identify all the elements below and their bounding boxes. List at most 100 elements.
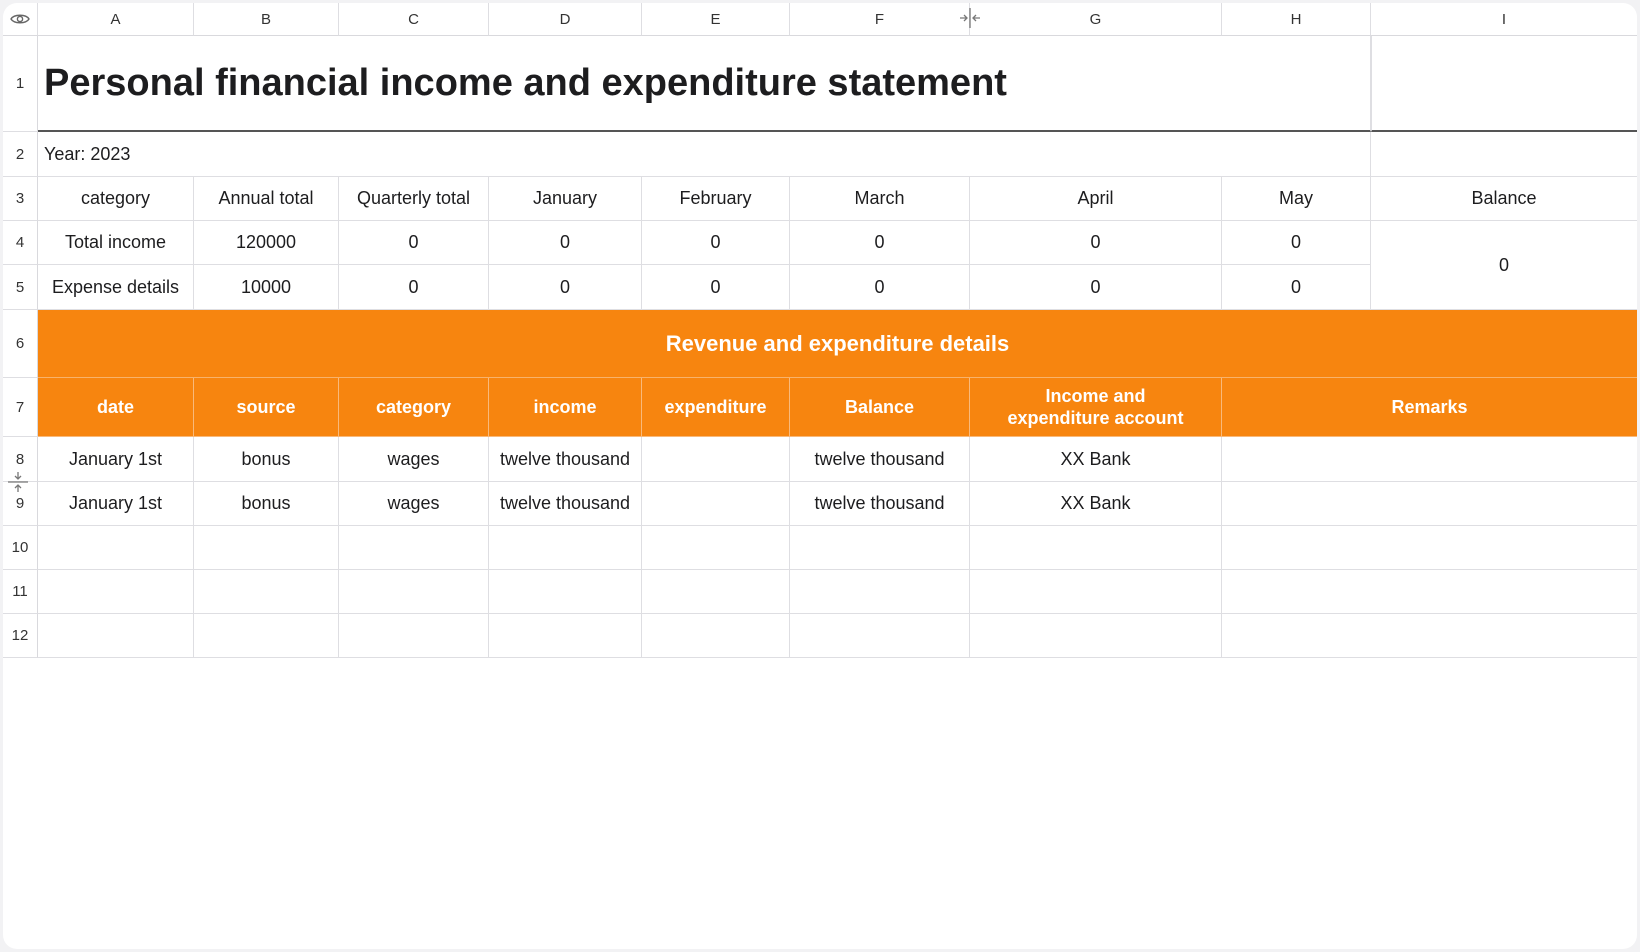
- details-header[interactable]: Remarks: [1222, 378, 1637, 437]
- summary-cell[interactable]: Expense details: [38, 265, 194, 310]
- summary-cell[interactable]: 0: [1222, 265, 1371, 310]
- empty-cell[interactable]: [489, 526, 642, 570]
- row-header-2[interactable]: 2: [3, 132, 38, 177]
- details-cell[interactable]: January 1st: [38, 482, 194, 526]
- empty-cell[interactable]: [970, 614, 1222, 658]
- eye-icon[interactable]: [10, 12, 30, 26]
- details-header[interactable]: expenditure: [642, 378, 790, 437]
- sheet-title[interactable]: Personal financial income and expenditur…: [38, 36, 1371, 132]
- summary-cell[interactable]: 0: [790, 265, 970, 310]
- empty-cell[interactable]: [38, 570, 194, 614]
- row-header-6[interactable]: 6: [3, 310, 38, 378]
- empty-cell[interactable]: [489, 614, 642, 658]
- summary-header[interactable]: February: [642, 177, 790, 221]
- summary-cell[interactable]: 0: [642, 265, 790, 310]
- details-cell[interactable]: twelve thousand: [790, 437, 970, 482]
- details-cell[interactable]: January 1st: [38, 437, 194, 482]
- summary-cell[interactable]: 0: [339, 265, 489, 310]
- empty-cell[interactable]: [642, 570, 790, 614]
- row-header-4[interactable]: 4: [3, 221, 38, 265]
- details-header[interactable]: date: [38, 378, 194, 437]
- details-cell[interactable]: [1222, 437, 1637, 482]
- details-cell[interactable]: XX Bank: [970, 437, 1222, 482]
- summary-cell[interactable]: 0: [1222, 221, 1371, 265]
- row-header-12[interactable]: 12: [3, 614, 38, 658]
- empty-cell[interactable]: [790, 570, 970, 614]
- details-cell[interactable]: twelve thousand: [489, 482, 642, 526]
- details-cell[interactable]: wages: [339, 437, 489, 482]
- details-cell[interactable]: bonus: [194, 437, 339, 482]
- empty-cell[interactable]: [1222, 570, 1637, 614]
- empty-cell[interactable]: [642, 526, 790, 570]
- balance-value[interactable]: 0: [1371, 221, 1637, 310]
- details-header[interactable]: source: [194, 378, 339, 437]
- empty-cell[interactable]: [1222, 526, 1637, 570]
- column-header-f[interactable]: F: [790, 3, 970, 36]
- empty-cell[interactable]: [970, 526, 1222, 570]
- empty-cell[interactable]: [489, 570, 642, 614]
- summary-header[interactable]: March: [790, 177, 970, 221]
- column-header-d[interactable]: D: [489, 3, 642, 36]
- summary-cell[interactable]: 0: [970, 221, 1222, 265]
- column-header-b[interactable]: B: [194, 3, 339, 36]
- summary-cell[interactable]: 0: [642, 221, 790, 265]
- empty-cell[interactable]: [339, 570, 489, 614]
- details-cell[interactable]: [642, 482, 790, 526]
- cell-i2[interactable]: [1371, 132, 1637, 177]
- summary-header[interactable]: Annual total: [194, 177, 339, 221]
- details-cell[interactable]: XX Bank: [970, 482, 1222, 526]
- details-header[interactable]: Income and expenditure account: [970, 378, 1222, 437]
- summary-cell[interactable]: 120000: [194, 221, 339, 265]
- empty-cell[interactable]: [339, 614, 489, 658]
- row-resize-icon[interactable]: [7, 471, 29, 498]
- column-header-g[interactable]: G: [970, 3, 1222, 36]
- row-header-5[interactable]: 5: [3, 265, 38, 310]
- summary-cell[interactable]: 0: [489, 265, 642, 310]
- empty-cell[interactable]: [339, 526, 489, 570]
- row-header-1[interactable]: 1: [3, 36, 38, 132]
- empty-cell[interactable]: [1222, 614, 1637, 658]
- details-cell[interactable]: twelve thousand: [489, 437, 642, 482]
- column-header-c[interactable]: C: [339, 3, 489, 36]
- summary-header[interactable]: May: [1222, 177, 1371, 221]
- column-header-h[interactable]: H: [1222, 3, 1371, 36]
- empty-cell[interactable]: [790, 526, 970, 570]
- summary-header[interactable]: April: [970, 177, 1222, 221]
- summary-cell[interactable]: 0: [970, 265, 1222, 310]
- summary-header[interactable]: Balance: [1371, 177, 1637, 221]
- details-cell[interactable]: bonus: [194, 482, 339, 526]
- details-banner[interactable]: Revenue and expenditure details: [38, 310, 1637, 378]
- empty-cell[interactable]: [194, 614, 339, 658]
- empty-cell[interactable]: [38, 614, 194, 658]
- empty-cell[interactable]: [790, 614, 970, 658]
- details-header[interactable]: income: [489, 378, 642, 437]
- column-header-a[interactable]: A: [38, 3, 194, 36]
- empty-cell[interactable]: [970, 570, 1222, 614]
- year-label[interactable]: Year: 2023: [38, 132, 1371, 177]
- empty-cell[interactable]: [194, 526, 339, 570]
- column-header-i[interactable]: I: [1371, 3, 1637, 36]
- details-header[interactable]: Balance: [790, 378, 970, 437]
- row-header-11[interactable]: 11: [3, 570, 38, 614]
- column-header-e[interactable]: E: [642, 3, 790, 36]
- summary-header[interactable]: category: [38, 177, 194, 221]
- summary-header[interactable]: Quarterly total: [339, 177, 489, 221]
- summary-cell[interactable]: 0: [790, 221, 970, 265]
- details-header[interactable]: category: [339, 378, 489, 437]
- details-cell[interactable]: [642, 437, 790, 482]
- row-header-7[interactable]: 7: [3, 378, 38, 437]
- summary-cell[interactable]: 0: [489, 221, 642, 265]
- details-cell[interactable]: [1222, 482, 1637, 526]
- corner-cell[interactable]: [3, 3, 38, 36]
- summary-header[interactable]: January: [489, 177, 642, 221]
- column-resize-icon[interactable]: [958, 6, 982, 35]
- details-cell[interactable]: twelve thousand: [790, 482, 970, 526]
- summary-cell[interactable]: 10000: [194, 265, 339, 310]
- empty-cell[interactable]: [38, 526, 194, 570]
- cell-i1[interactable]: [1371, 36, 1637, 132]
- summary-cell[interactable]: Total income: [38, 221, 194, 265]
- empty-cell[interactable]: [642, 614, 790, 658]
- details-cell[interactable]: wages: [339, 482, 489, 526]
- row-header-10[interactable]: 10: [3, 526, 38, 570]
- empty-cell[interactable]: [194, 570, 339, 614]
